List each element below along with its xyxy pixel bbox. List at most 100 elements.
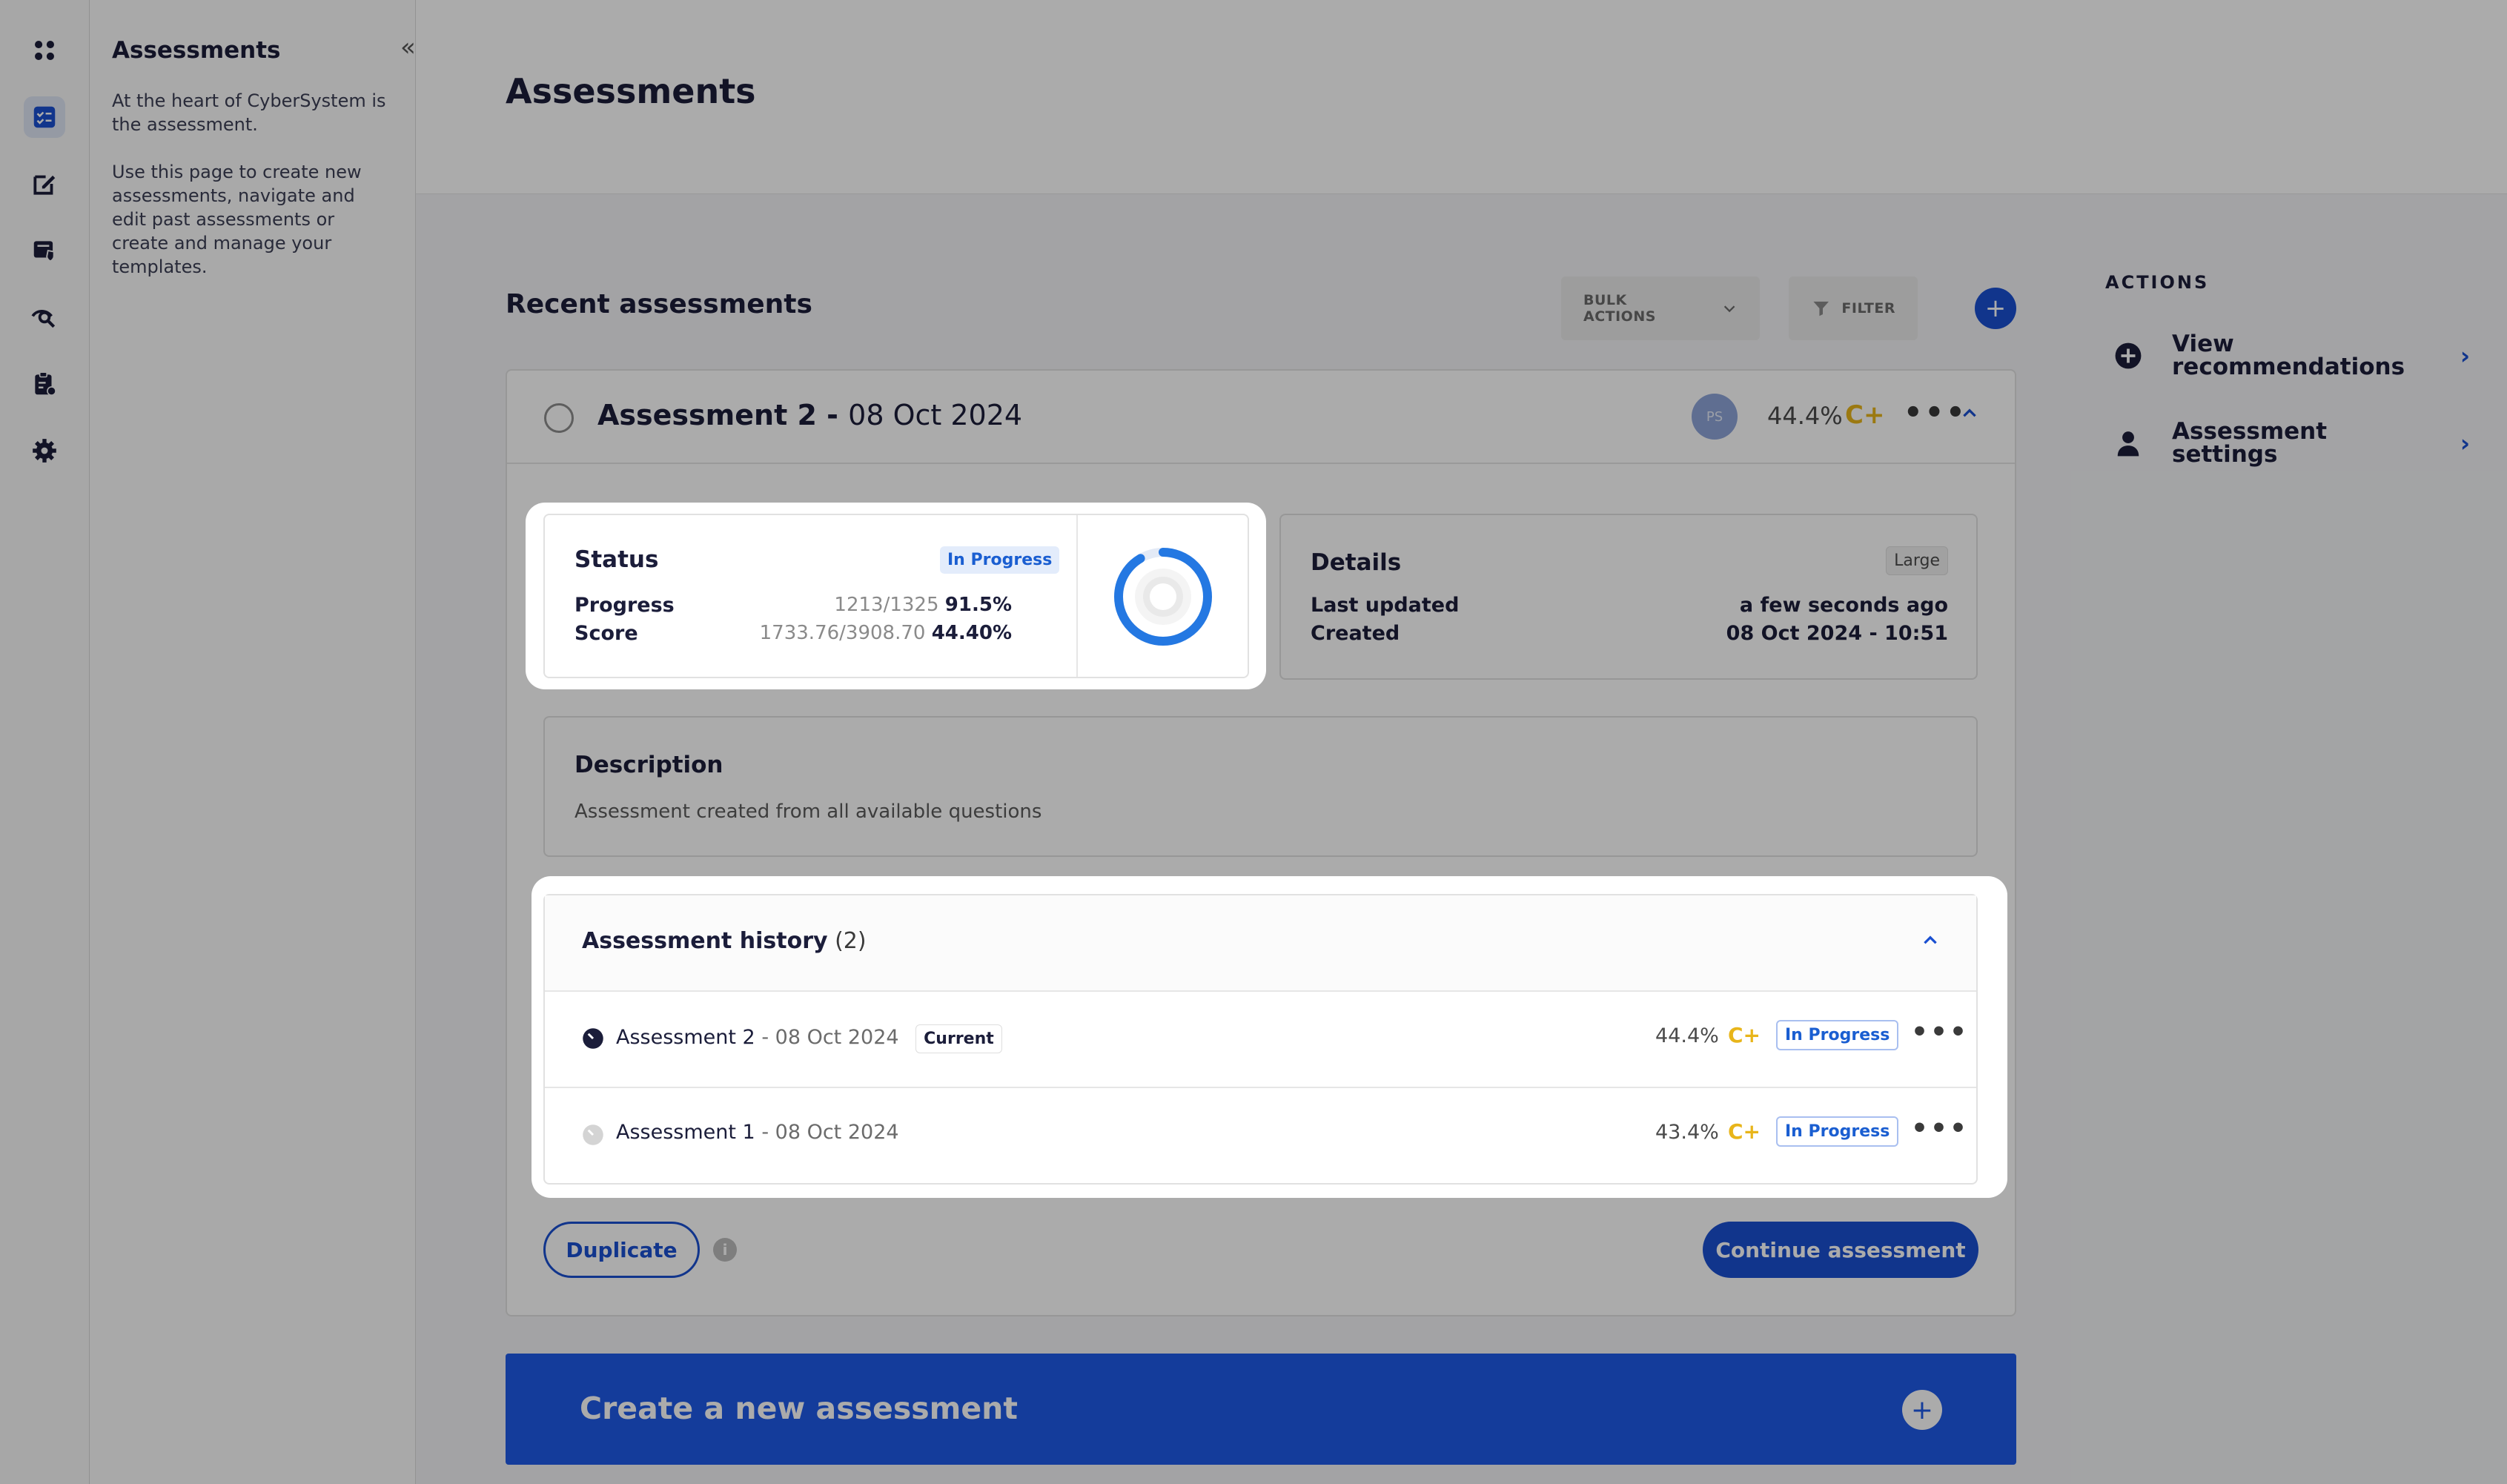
status-divider [1076, 515, 1078, 677]
rail-assessments[interactable] [24, 96, 65, 138]
icon-rail [0, 0, 90, 1484]
assessment-score: 44.4% [1767, 402, 1843, 430]
chevron-up-icon[interactable] [1960, 403, 1979, 429]
assessment-settings-action[interactable]: Assessment settings › [2114, 420, 2470, 466]
continue-assessment-button[interactable]: Continue assessment [1703, 1222, 1978, 1278]
rail-edit[interactable] [24, 163, 65, 205]
rail-dashboard[interactable] [24, 30, 65, 71]
assessment-card-header[interactable]: Assessment 2 - 08 Oct 2024 PS 44.4% C+ •… [507, 371, 2015, 464]
filter-icon [1813, 301, 1829, 317]
rail-review[interactable] [24, 297, 65, 338]
shield-doc-icon [33, 241, 55, 262]
status-box: Status In Progress Progress 1213/1325 91… [543, 514, 1249, 678]
score-percent: 44.40% [931, 622, 1012, 644]
progress-percent: 91.5% [944, 594, 1012, 616]
status-highlight: Status In Progress Progress 1213/1325 91… [526, 503, 1266, 689]
history-row-grade: C+ [1728, 1023, 1761, 1047]
duplicate-button[interactable]: Duplicate [543, 1222, 700, 1278]
select-radio[interactable] [544, 403, 574, 433]
checklist-icon [33, 106, 56, 128]
history-row-score: 44.4% [1655, 1024, 1719, 1047]
details-title: Details [1311, 549, 1402, 576]
bulk-actions-label: BULK ACTIONS [1583, 292, 1656, 325]
assessment-date: 08 Oct 2024 [848, 399, 1023, 431]
history-row-name: Assessment 2 [616, 1026, 755, 1049]
history-row-score: 43.4% [1655, 1121, 1719, 1144]
last-updated-value: a few seconds ago [1739, 594, 1948, 617]
description-title: Description [574, 752, 723, 778]
clock-icon [583, 1124, 603, 1145]
history-title-label: Assessment history [582, 928, 828, 954]
add-assessment-button[interactable]: + [1975, 288, 2016, 329]
size-badge: Large [1886, 546, 1948, 575]
user-icon [2117, 431, 2139, 457]
description-box: Description Assessment created from all … [543, 716, 1978, 857]
side-panel-intro: At the heart of CyberSystem is the asses… [112, 90, 386, 135]
more-options-icon[interactable]: ••• [1911, 1113, 1969, 1144]
history-row-title: Assessment 2 - 08 Oct 2024 Current [616, 1024, 1002, 1053]
rail-reports[interactable] [24, 230, 65, 271]
bulk-actions-button[interactable]: BULK ACTIONS [1561, 276, 1760, 340]
create-assessment-bar[interactable]: Create a new assessment + [506, 1354, 2016, 1465]
history-row-date: - 08 Oct 2024 [755, 1026, 899, 1049]
gear-icon [33, 439, 56, 463]
history-count: (2) [835, 928, 867, 954]
more-options-icon[interactable]: ••• [1911, 1017, 1969, 1047]
edit-icon [33, 175, 56, 195]
recent-assessments-title: Recent assessments [506, 289, 812, 319]
page-title: Assessments [506, 71, 756, 111]
status-badge: In Progress [940, 546, 1060, 574]
history-box: Assessment history (2) Assessment 2 - 08… [543, 894, 1978, 1185]
score-label: Score [574, 622, 638, 645]
history-row-grade: C+ [1728, 1119, 1761, 1144]
create-assessment-label: Create a new assessment [580, 1391, 1018, 1426]
clock-icon [583, 1028, 603, 1049]
clipboard-icon [35, 371, 56, 396]
info-icon[interactable]: i [713, 1238, 737, 1262]
last-updated-label: Last updated [1311, 594, 1460, 617]
description-text: Assessment created from all available qu… [574, 801, 1042, 823]
assessment-settings-label: Assessment settings [2172, 418, 2328, 468]
score-values: 1733.76/3908.70 44.40% [756, 622, 1012, 644]
progress-label: Progress [574, 594, 675, 617]
chevron-right-icon: › [2460, 429, 2470, 457]
assessment-grade: C+ [1845, 400, 1885, 430]
rail-templates[interactable] [24, 363, 65, 405]
assessment-name: Assessment 2 - [597, 399, 849, 431]
actions-title: ACTIONS [2105, 272, 2210, 293]
history-row-title: Assessment 1 - 08 Oct 2024 [616, 1121, 899, 1144]
progress-fraction: 1213/1325 [834, 594, 939, 616]
progress-ring [1114, 548, 1212, 646]
eye-search-icon [31, 309, 56, 328]
history-row-status: In Progress [1776, 1020, 1899, 1050]
side-panel-help: Use this page to create new assessments,… [112, 162, 362, 277]
history-highlight: Assessment history (2) Assessment 2 - 08… [531, 876, 2007, 1198]
filter-button[interactable]: FILTER [1789, 276, 1918, 340]
chevron-right-icon: › [2460, 342, 2470, 370]
assessment-title: Assessment 2 - 08 Oct 2024 [597, 399, 1022, 431]
more-options-icon[interactable]: ••• [1904, 396, 1967, 430]
history-row-status: In Progress [1776, 1116, 1899, 1147]
grid-icon [35, 41, 54, 60]
history-row[interactable]: Assessment 1 - 08 Oct 2024 43.4% C+ In P… [545, 1087, 1976, 1183]
history-row-date: - 08 Oct 2024 [755, 1121, 899, 1144]
progress-values: 1213/1325 91.5% [756, 594, 1012, 616]
history-row-name: Assessment 1 [616, 1121, 755, 1144]
history-header[interactable]: Assessment history (2) [545, 895, 1976, 990]
plus-circle-icon [2115, 342, 2142, 369]
details-box: Details Large Last updated a few seconds… [1279, 514, 1978, 680]
collapse-sidebar-icon[interactable]: « [400, 33, 416, 62]
current-badge: Current [915, 1024, 1002, 1053]
avatar: PS [1692, 394, 1738, 440]
view-recommendations-label: View recommendations [2172, 331, 2405, 380]
score-fraction: 1733.76/3908.70 [759, 622, 926, 644]
view-recommendations-action[interactable]: View recommendations › [2114, 332, 2470, 380]
history-row[interactable]: Assessment 2 - 08 Oct 2024 Current 44.4%… [545, 990, 1976, 1087]
created-value: 08 Oct 2024 - 10:51 [1726, 622, 1948, 645]
status-title: Status [574, 546, 659, 573]
created-label: Created [1311, 622, 1400, 645]
rail-settings[interactable] [24, 430, 65, 471]
filter-label: FILTER [1841, 300, 1895, 317]
chevron-up-icon[interactable] [1921, 931, 1940, 950]
side-panel-title: Assessments [112, 37, 281, 64]
